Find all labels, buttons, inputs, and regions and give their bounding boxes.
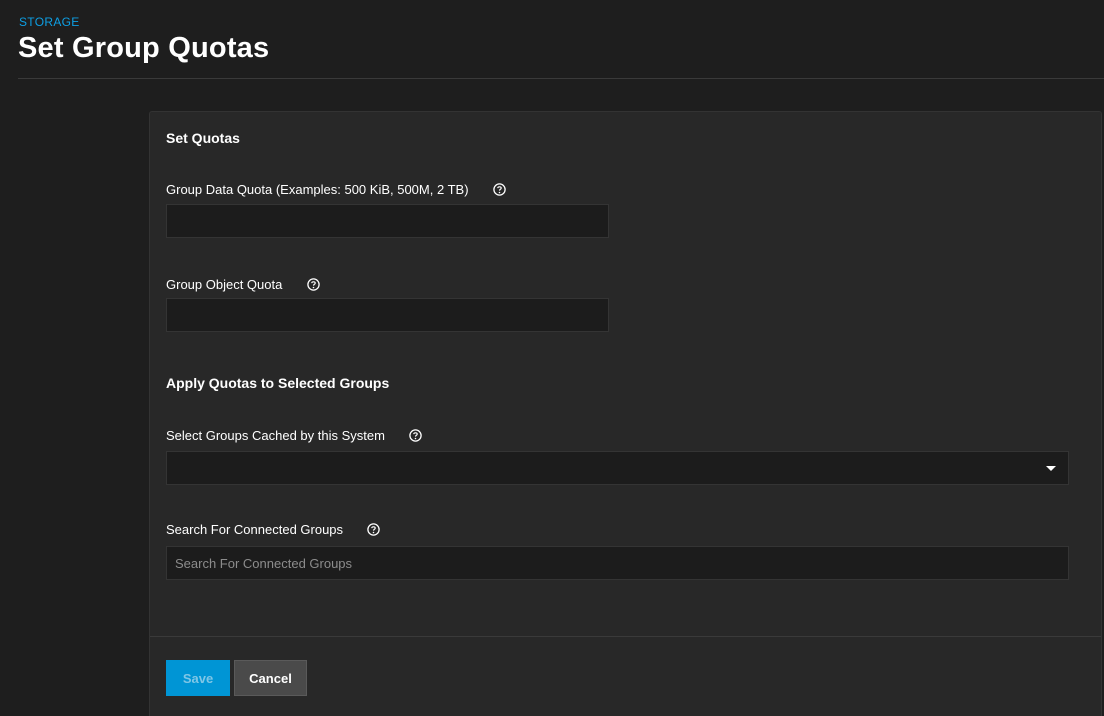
search-groups-label-row: Search For Connected Groups bbox=[166, 522, 380, 537]
select-groups-label: Select Groups Cached by this System bbox=[166, 428, 385, 443]
select-groups-label-row: Select Groups Cached by this System bbox=[166, 428, 422, 443]
apply-quotas-section-title: Apply Quotas to Selected Groups bbox=[166, 375, 390, 391]
search-groups-input[interactable] bbox=[166, 546, 1069, 580]
page-title: Set Group Quotas bbox=[18, 32, 270, 64]
card-divider bbox=[150, 636, 1101, 637]
page: STORAGE Set Group Quotas Set Quotas Grou… bbox=[0, 0, 1104, 716]
caret-down-icon bbox=[1046, 466, 1056, 471]
cancel-button[interactable]: Cancel bbox=[234, 660, 307, 696]
object-quota-label-row: Group Object Quota bbox=[166, 277, 321, 292]
help-icon[interactable] bbox=[367, 523, 380, 536]
data-quota-label: Group Data Quota (Examples: 500 KiB, 500… bbox=[166, 182, 469, 197]
header-divider bbox=[18, 78, 1104, 79]
set-quotas-section-title: Set Quotas bbox=[166, 130, 240, 146]
help-icon[interactable] bbox=[409, 429, 422, 442]
data-quota-input[interactable] bbox=[166, 204, 609, 238]
object-quota-label: Group Object Quota bbox=[166, 277, 283, 292]
help-icon[interactable] bbox=[307, 278, 321, 291]
help-icon[interactable] bbox=[492, 183, 506, 196]
object-quota-input[interactable] bbox=[166, 298, 609, 332]
select-groups-dropdown[interactable] bbox=[166, 451, 1069, 485]
data-quota-label-row: Group Data Quota (Examples: 500 KiB, 500… bbox=[166, 182, 506, 197]
breadcrumb[interactable]: STORAGE bbox=[19, 15, 80, 29]
page-header: STORAGE Set Group Quotas bbox=[0, 0, 1104, 80]
quota-form-card: Set Quotas Group Data Quota (Examples: 5… bbox=[149, 111, 1102, 716]
save-button[interactable]: Save bbox=[166, 660, 230, 696]
search-groups-label: Search For Connected Groups bbox=[166, 522, 344, 537]
